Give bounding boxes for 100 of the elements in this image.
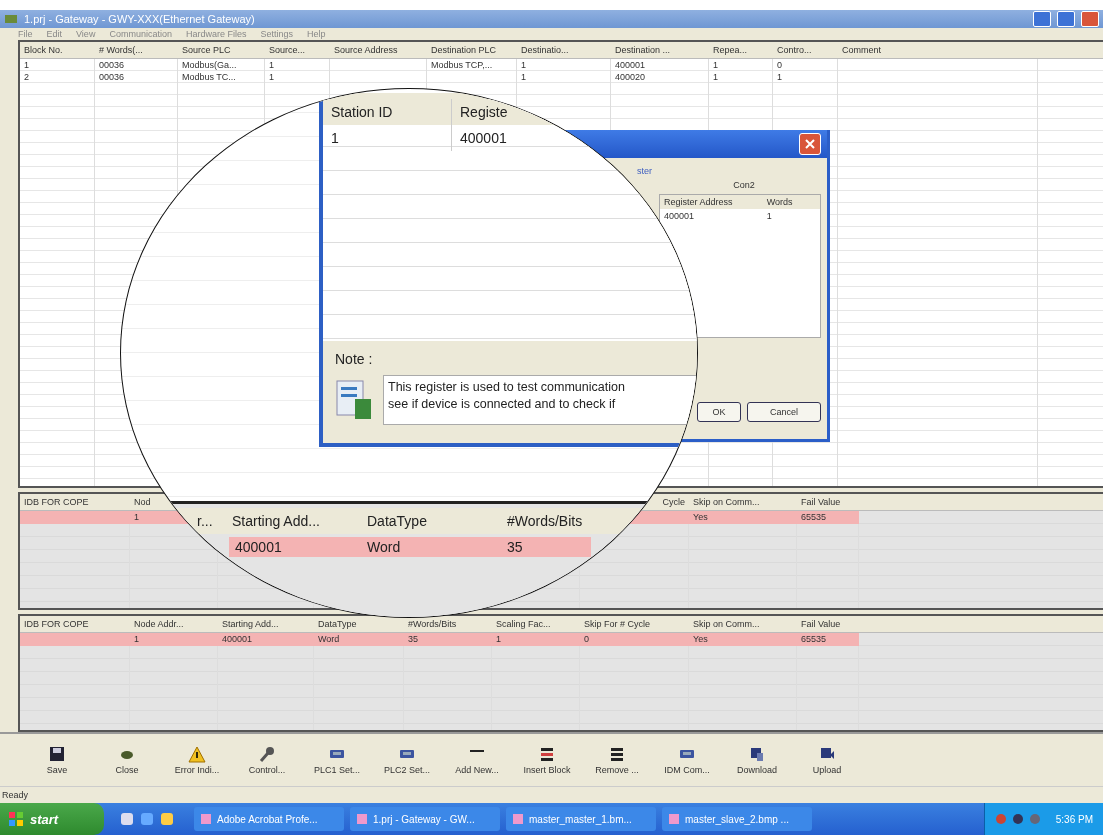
column-header[interactable]: DataType [318, 618, 357, 629]
table-cell: 400001 [460, 130, 507, 146]
table-cell: 1 [713, 71, 718, 82]
toolbar-button[interactable]: Insert Block [512, 744, 582, 775]
dialog-button[interactable]: Cancel [747, 402, 821, 422]
table-cell: Yes [693, 634, 708, 645]
taskbar-button[interactable]: master_master_1.bm... [506, 807, 656, 831]
column-header[interactable]: Starting Add... [232, 513, 320, 529]
column-header[interactable]: Comment [842, 44, 881, 55]
column-header[interactable]: DataType [367, 513, 427, 529]
rows-icon [611, 747, 623, 761]
device-icon [400, 749, 414, 758]
column-header[interactable]: Destination PLC [431, 44, 497, 55]
column-header[interactable]: Fail Value [801, 496, 841, 507]
close-icon [805, 139, 815, 149]
column-header[interactable]: #Words/Bits [408, 618, 457, 629]
toolbar-button[interactable]: Close [92, 744, 162, 775]
column-header[interactable]: #Words/Bits [507, 513, 583, 529]
table-cell: Word [318, 634, 340, 645]
window-icon [200, 813, 212, 825]
table-cell-text: 400001 [663, 210, 696, 223]
table-cell: Modbus(Ga... [182, 59, 237, 70]
column-header[interactable]: Block No. [24, 44, 63, 55]
toolbar-button[interactable]: IDM Com... [652, 744, 722, 775]
taskbar-button[interactable]: 1.prj - Gateway - GW... [350, 807, 500, 831]
column-header[interactable]: IDB FOR COPE [24, 496, 89, 507]
warning-icon [188, 746, 206, 763]
toolbar-button[interactable]: Save [22, 744, 92, 775]
status-text: Ready [2, 790, 28, 801]
column-header[interactable]: Source... [269, 44, 306, 55]
media-icon[interactable] [160, 812, 174, 826]
desktop-icon[interactable] [120, 812, 134, 826]
table-cell: 35 [507, 539, 523, 555]
maximize-button[interactable] [1057, 10, 1075, 27]
table-cell: Modbus TCP,... [431, 59, 493, 70]
column-header[interactable]: Skip on Comm... [693, 496, 760, 507]
dialog-button[interactable]: OK [697, 402, 741, 422]
group-label: ster [636, 166, 653, 176]
table-cell: 2 [24, 71, 29, 82]
toolbar-button[interactable]: Control... [232, 744, 302, 775]
minimize-button[interactable] [1033, 10, 1051, 27]
table-cell: 1 [713, 59, 718, 70]
table-cell: 1 [134, 634, 139, 645]
column-header[interactable]: Source Address [334, 44, 398, 55]
column-header[interactable]: Repea... [713, 44, 748, 55]
toolbar-button[interactable]: Remove ... [582, 744, 652, 775]
toolbar-button[interactable]: Upload [792, 744, 862, 775]
tray-icon [1028, 813, 1041, 825]
column-header[interactable]: # Words(... [99, 44, 143, 55]
column-header[interactable]: r... [197, 513, 213, 529]
start-button[interactable]: start [0, 803, 104, 835]
wrench-icon [259, 746, 274, 762]
toolbar-button[interactable]: Error Indi... [162, 744, 232, 775]
toolbar-button[interactable]: PLC2 Set... [372, 744, 442, 775]
browser-icon[interactable] [140, 812, 154, 826]
close-button[interactable] [1081, 10, 1099, 27]
column-header[interactable]: Node Addr... [134, 618, 184, 629]
column-header[interactable]: Starting Add... [222, 618, 279, 629]
column-header[interactable]: Contro... [777, 44, 812, 55]
window-icon [512, 813, 524, 825]
column-header[interactable]: Skip For # Cycle [584, 618, 651, 629]
toolbar-button[interactable]: Download [722, 744, 792, 775]
column-header[interactable]: Scaling Fac... [496, 618, 551, 629]
minus-icon [470, 749, 484, 752]
close-button[interactable] [799, 133, 821, 155]
column-header[interactable]: Words [762, 195, 820, 209]
table-row[interactable]: 400001 Word 35 [229, 537, 591, 557]
column-header[interactable]: Destination ... [615, 44, 671, 55]
taskbar-button[interactable]: master_slave_2.bmp ... [662, 807, 812, 831]
device-icon [330, 749, 344, 758]
table-cell: 00036 [99, 71, 125, 82]
insert-rows-icon [541, 747, 553, 761]
toolbar-button[interactable]: PLC1 Set... [302, 744, 372, 775]
table-cell: 1 [269, 59, 274, 70]
window-icon [668, 813, 680, 825]
tray-icon [1011, 813, 1024, 825]
window-title: 1.prj - Gateway - GWY-XXX(Ethernet Gateway) [24, 12, 256, 25]
column-header[interactable]: Cycle [662, 496, 685, 507]
table-cell: 0 [777, 59, 782, 70]
table-cell: 1 [134, 512, 139, 523]
table-cell: 400001 [222, 634, 253, 645]
taskbar-button[interactable]: Adobe Acrobat Profe... [194, 807, 344, 831]
table-cell: 0 [584, 634, 589, 645]
column-header[interactable]: IDB FOR COPE [24, 618, 89, 629]
table-cell: 65535 [801, 634, 827, 645]
column-header[interactable]: Destinatio... [521, 44, 569, 55]
column-header[interactable]: Skip on Comm... [693, 618, 760, 629]
column-header[interactable]: Nod [134, 496, 151, 507]
column-header[interactable]: Station ID [331, 104, 393, 120]
table-cell: 1 [496, 634, 501, 645]
table-cell: Yes [693, 512, 708, 523]
column-header[interactable]: Fail Value [801, 618, 841, 629]
column-header[interactable]: Registe [460, 104, 508, 120]
note-text: This register is used to test communication see if device is connected and to check if [383, 375, 697, 425]
toolbar-button[interactable]: Add New... [442, 744, 512, 775]
note-label: Note : [335, 351, 374, 367]
table-cell: 1 [269, 71, 274, 82]
table-cell: 1 [24, 59, 29, 70]
tray-icon [994, 813, 1007, 825]
column-header[interactable]: Source PLC [182, 44, 231, 55]
